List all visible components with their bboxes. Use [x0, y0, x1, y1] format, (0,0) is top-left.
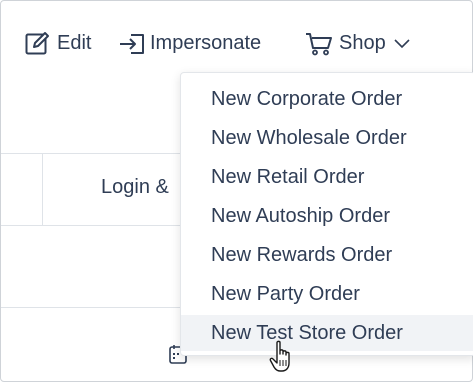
- shop-label: Shop: [339, 31, 386, 54]
- menu-item-new-corporate-order[interactable]: New Corporate Order: [181, 81, 473, 117]
- menu-item-label: New Test Store Order: [211, 321, 403, 344]
- edit-label: Edit: [57, 31, 92, 54]
- menu-item-new-rewards-order[interactable]: New Rewards Order: [181, 237, 473, 273]
- menu-item-new-test-store-order[interactable]: New Test Store Order: [181, 315, 473, 351]
- edit-button[interactable]: Edit: [24, 26, 91, 60]
- edit-icon: [24, 29, 52, 57]
- menu-item-label: New Retail Order: [211, 165, 365, 188]
- shop-dropdown-button[interactable]: Shop: [305, 26, 410, 60]
- shop-dropdown-menu: New Corporate Order New Wholesale Order …: [180, 72, 473, 356]
- menu-item-label: New Corporate Order: [211, 87, 403, 110]
- grid-line: [42, 153, 43, 225]
- menu-item-label: New Party Order: [211, 282, 360, 305]
- chevron-down-icon: [394, 37, 410, 49]
- menu-item-label: New Wholesale Order: [211, 126, 407, 149]
- menu-item-new-wholesale-order[interactable]: New Wholesale Order: [181, 120, 473, 156]
- sign-in-icon: [118, 29, 148, 57]
- shopping-cart-icon: [305, 29, 333, 57]
- column-header-login: Login &: [101, 176, 169, 198]
- menu-item-new-autoship-order[interactable]: New Autoship Order: [181, 198, 473, 234]
- hand-pointer-cursor-icon: [268, 340, 296, 379]
- menu-item-new-retail-order[interactable]: New Retail Order: [181, 159, 473, 195]
- menu-item-label: New Rewards Order: [211, 243, 393, 266]
- menu-item-label: New Autoship Order: [211, 204, 390, 227]
- impersonate-button[interactable]: Impersonate: [118, 26, 261, 60]
- impersonate-label: Impersonate: [150, 31, 262, 54]
- menu-item-new-party-order[interactable]: New Party Order: [181, 276, 473, 312]
